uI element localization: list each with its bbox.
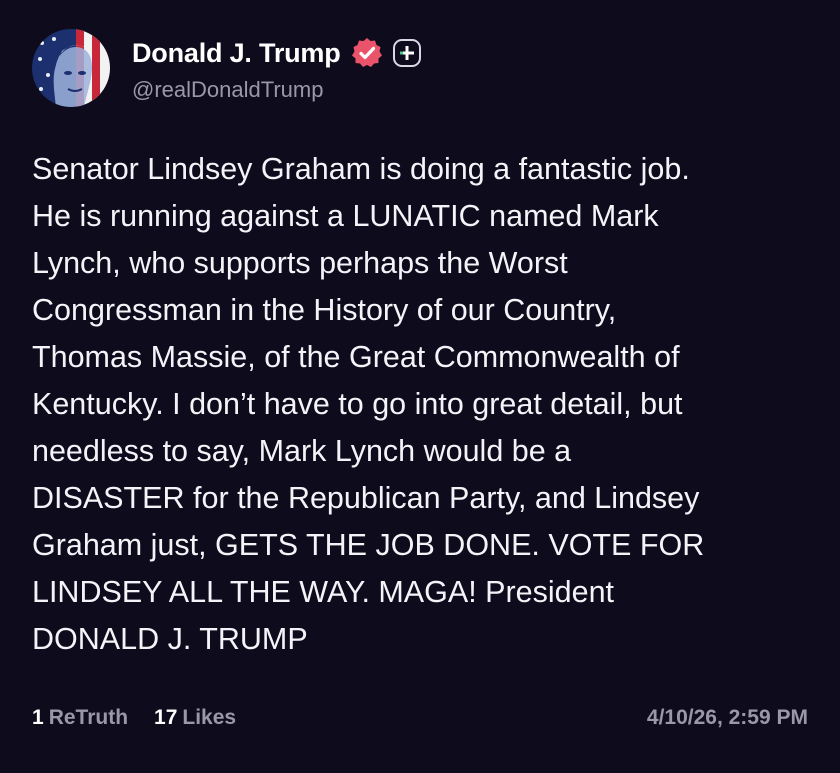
- post-stats: 1 ReTruth 17 Likes: [32, 706, 262, 730]
- verified-badge-icon: [350, 36, 384, 70]
- retruth-count: 1: [32, 706, 44, 729]
- post-card: Donald J. Trump @realDonaldTrump Senator…: [0, 0, 840, 773]
- post-footer: 1 ReTruth 17 Likes 4/10/26, 2:59 PM: [32, 700, 808, 736]
- likes-label: Likes: [182, 706, 237, 729]
- post-timestamp[interactable]: 4/10/26, 2:59 PM: [647, 706, 808, 730]
- name-row: Donald J. Trump: [132, 33, 422, 73]
- author-identity: Donald J. Trump @realDonaldTrump: [132, 33, 422, 103]
- avatar[interactable]: [32, 29, 110, 107]
- author-handle[interactable]: @realDonaldTrump: [132, 77, 422, 103]
- post-body-text: Senator Lindsey Graham is doing a fantas…: [32, 152, 705, 656]
- post-header: Donald J. Trump @realDonaldTrump: [32, 28, 422, 108]
- add-follow-icon[interactable]: [392, 38, 422, 68]
- retruth-label: ReTruth: [48, 706, 129, 729]
- likes-count: 17: [154, 706, 178, 729]
- author-display-name[interactable]: Donald J. Trump: [132, 38, 341, 69]
- likes-stat[interactable]: 17 Likes: [154, 706, 236, 730]
- avatar-image: [32, 29, 110, 107]
- retruth-stat[interactable]: 1 ReTruth: [32, 706, 128, 730]
